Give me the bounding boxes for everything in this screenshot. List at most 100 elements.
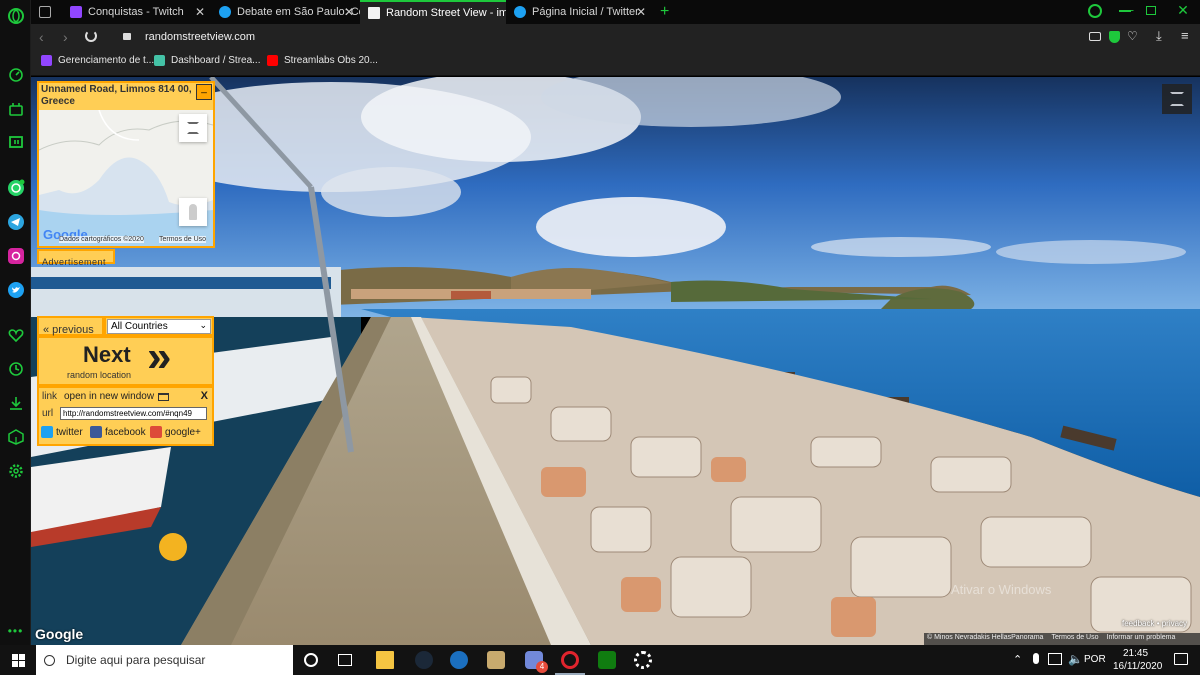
league-icon[interactable] <box>487 651 505 669</box>
bookmark-gerenciamento[interactable]: Gerenciamento de t... <box>41 55 154 66</box>
opera-taskbar-icon[interactable] <box>561 651 579 669</box>
location-panel: Unnamed Road, Limnos 814 00, Greece _ Go… <box>37 81 215 248</box>
file-explorer-icon[interactable] <box>376 651 394 669</box>
twitch-icon[interactable] <box>6 133 25 152</box>
minimize-button[interactable]: — <box>1116 2 1138 20</box>
next-button[interactable]: Next » random location <box>37 332 214 386</box>
next-chevron-icon: » <box>147 332 172 381</box>
share-url-input[interactable] <box>60 407 207 420</box>
feedback-privacy-link[interactable]: feedback • privacy <box>1122 619 1187 628</box>
twitter-icon[interactable] <box>6 280 25 299</box>
close-tab-icon[interactable]: ✕ <box>636 5 646 19</box>
language-indicator[interactable]: POR <box>1084 654 1106 665</box>
tab-twitter-home[interactable]: Página Inicial / Twitter ✕ <box>506 0 652 24</box>
microphone-icon[interactable] <box>1033 653 1039 664</box>
shield-icon[interactable] <box>1109 31 1120 43</box>
previous-label: « previous <box>43 324 94 336</box>
open-window-icon <box>158 393 169 401</box>
tray-chevron-icon[interactable]: ⌃ <box>1013 653 1022 666</box>
taskbar-search-placeholder: Digite aqui para pesquisar <box>66 653 206 667</box>
twitter-share-label: twitter <box>56 426 83 438</box>
xbox-icon[interactable] <box>598 651 616 669</box>
menu-icon[interactable]: ≡ <box>1181 28 1189 43</box>
settings-icon[interactable] <box>6 461 25 480</box>
telegram-icon[interactable] <box>6 212 25 231</box>
network-icon[interactable] <box>1048 653 1062 665</box>
notifications-icon[interactable] <box>1174 653 1188 665</box>
downloads-icon[interactable] <box>6 393 25 412</box>
street-view-panorama[interactable]: Unnamed Road, Limnos 814 00, Greece _ Go… <box>31 77 1200 645</box>
forward-icon[interactable]: › <box>63 29 68 45</box>
instagram-icon[interactable] <box>6 246 25 265</box>
tab-randomstreetview[interactable]: Random Street View - imag <box>360 0 506 24</box>
report-problem-link[interactable]: Informar um problema <box>1107 634 1176 644</box>
back-icon[interactable]: ‹ <box>39 29 44 45</box>
bookmark-streamlabs[interactable]: Streamlabs Obs 20... <box>267 55 378 66</box>
heart-icon[interactable] <box>6 325 25 344</box>
pegman-icon[interactable] <box>179 198 207 226</box>
search-tabs-icon[interactable] <box>1088 4 1102 18</box>
twitch-tab-icon <box>70 6 82 18</box>
restore-button[interactable] <box>1146 6 1156 15</box>
tab-label: Página Inicial / Twitter <box>532 6 639 18</box>
clock-time[interactable]: 21:45 <box>1123 648 1148 659</box>
url-field[interactable]: randomstreetview.com <box>145 31 255 43</box>
googleplus-share-label: google+ <box>165 426 201 438</box>
steam-icon[interactable] <box>415 651 433 669</box>
windows-taskbar: Digite aqui para pesquisar 4 ⌃ 🔈 POR 21:… <box>0 645 1200 675</box>
taskbar-search-box[interactable]: Digite aqui para pesquisar <box>36 645 293 675</box>
speed-dial-icon[interactable] <box>6 65 25 84</box>
settings-gear-icon[interactable] <box>634 651 652 669</box>
app-blue-icon[interactable] <box>450 651 468 669</box>
task-view-icon[interactable] <box>338 654 352 666</box>
twitter-tab-icon <box>514 6 526 18</box>
gamepad-icon <box>39 6 51 18</box>
close-tab-icon[interactable]: ✕ <box>344 5 354 19</box>
history-icon[interactable] <box>6 359 25 378</box>
country-select-value: All Countries <box>111 321 168 332</box>
new-tab-button[interactable]: + <box>652 0 676 24</box>
map-fullscreen-icon[interactable] <box>179 114 207 142</box>
terms-link[interactable]: Termos de Uso <box>1051 634 1098 644</box>
bookmark-dashboard[interactable]: Dashboard / Strea... <box>154 55 261 66</box>
cortana-icon[interactable] <box>304 653 318 667</box>
open-new-window-link[interactable]: open in new window <box>64 391 154 402</box>
clock-date[interactable]: 16/11/2020 <box>1113 661 1162 672</box>
mini-map[interactable]: Google Dados cartográficos ©2020 Termos … <box>39 110 213 246</box>
more-icon[interactable]: ••• <box>6 621 25 640</box>
discord-icon[interactable]: 4 <box>525 651 548 673</box>
googleplus-share[interactable]: google+ <box>150 426 201 438</box>
windows-start-icon[interactable] <box>12 654 25 667</box>
minimize-panel-button[interactable]: _ <box>196 84 212 100</box>
tab-game[interactable] <box>31 0 64 24</box>
volume-icon[interactable]: 🔈 <box>1068 652 1083 666</box>
facebook-share-icon <box>90 426 102 438</box>
url-label: url <box>42 408 54 419</box>
heart-outline-icon[interactable]: ♡ <box>1127 29 1138 43</box>
close-window-button[interactable]: ✕ <box>1173 2 1193 20</box>
extensions-icon[interactable] <box>6 427 25 446</box>
facebook-share[interactable]: facebook <box>90 426 146 438</box>
close-tab-icon[interactable]: ✕ <box>195 5 205 19</box>
close-share-button[interactable]: X <box>201 390 208 402</box>
facebook-share-label: facebook <box>105 426 146 438</box>
reload-icon[interactable] <box>85 30 97 42</box>
activate-windows-watermark: Ativar o Windows <box>951 582 1052 597</box>
street-view-fullscreen-icon[interactable] <box>1162 84 1192 114</box>
twitter-share[interactable]: twitter <box>41 426 83 438</box>
whatsapp-icon[interactable] <box>6 178 25 197</box>
tab-twitch[interactable]: Conquistas - Twitch ✕ <box>62 0 211 24</box>
bookmark-label: Gerenciamento de t... <box>58 55 155 66</box>
previous-button[interactable]: « previous <box>37 316 104 336</box>
credits-bar: © Minos Nevradakis HellasPanorama Termos… <box>924 633 1200 645</box>
opera-logo-icon[interactable] <box>6 6 25 25</box>
download-icon[interactable]: ⤓ <box>1156 28 1162 44</box>
gaming-icon[interactable] <box>6 99 25 118</box>
camera-icon[interactable] <box>1089 32 1101 41</box>
tab-debate[interactable]: Debate em São Paulo: Cova ✕ <box>211 0 360 24</box>
photo-credit[interactable]: © Minos Nevradakis HellasPanorama <box>927 634 1043 644</box>
bookmark-label: Streamlabs Obs 20... <box>284 55 378 66</box>
advertisement-label: Advertisement <box>37 249 115 267</box>
map-terms[interactable]: Termos de Uso <box>159 236 207 243</box>
googleplus-share-icon <box>150 426 162 438</box>
